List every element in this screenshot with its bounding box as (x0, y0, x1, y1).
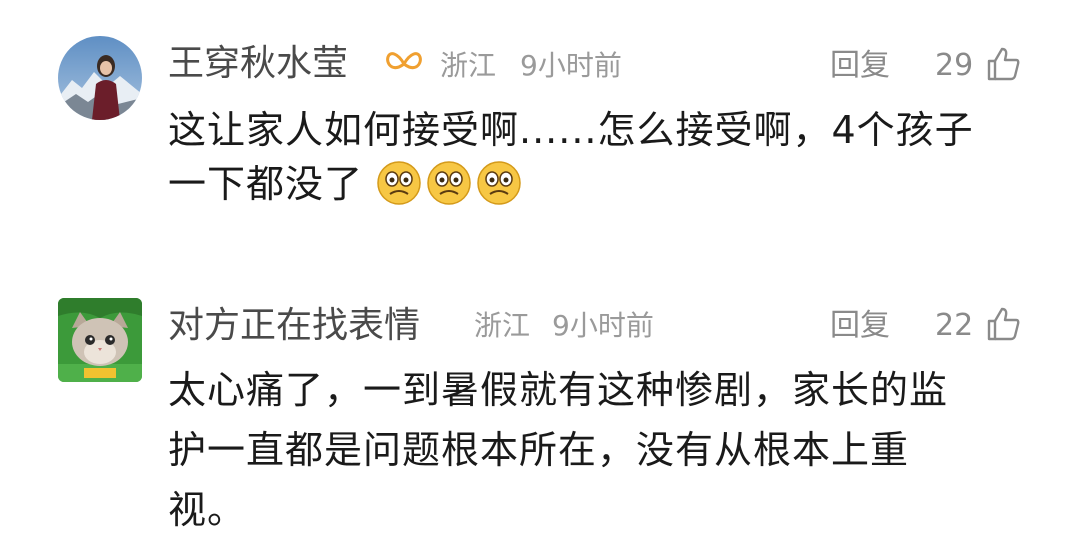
comment-text-line: 一下都没了 (168, 162, 364, 206)
comment-text-line-with-emoji: 一下都没了 (168, 158, 526, 210)
ribbon-badge-icon (386, 52, 422, 70)
cat-avatar-image (58, 298, 142, 382)
location: 浙江 (474, 309, 531, 342)
location: 浙江 (440, 49, 497, 82)
like-count: 22 (935, 308, 974, 343)
thumbs-up-icon[interactable] (985, 306, 1021, 342)
username[interactable]: 对方正在找表情 (168, 306, 420, 346)
comment-text-line: 护一直都是问题根本所在，没有从根本上重 (168, 428, 910, 472)
timestamp: 9小时前 (520, 49, 622, 82)
worried-face-icon (377, 161, 421, 205)
avatar[interactable] (58, 298, 142, 382)
timestamp: 9小时前 (552, 309, 654, 342)
worried-face-icon (477, 161, 521, 205)
comment-item: 对方正在找表情 浙江 9小时前 回复 22 太心痛了，一到暑假就有这种惨剧，家长… (0, 260, 1080, 557)
mountain-selfie-avatar-image (58, 36, 142, 120)
thumbs-up-icon[interactable] (985, 46, 1021, 82)
comment-item: 王穿秋水莹 浙江 9小时前 回复 29 这让家人如何接受啊......怎么接受啊… (0, 0, 1080, 260)
comment-text-line: 这让家人如何接受啊......怎么接受啊，4个孩子 (168, 108, 974, 152)
reply-button[interactable]: 回复 (830, 46, 890, 86)
username[interactable]: 王穿秋水莹 (168, 44, 348, 84)
comment-text-line: 太心痛了，一到暑假就有这种惨剧，家长的监 (168, 368, 949, 412)
reply-button[interactable]: 回复 (830, 306, 890, 346)
avatar[interactable] (58, 36, 142, 120)
like-count: 29 (935, 48, 974, 83)
comment-text-line: 视。 (168, 488, 247, 532)
worried-face-icon (427, 161, 471, 205)
